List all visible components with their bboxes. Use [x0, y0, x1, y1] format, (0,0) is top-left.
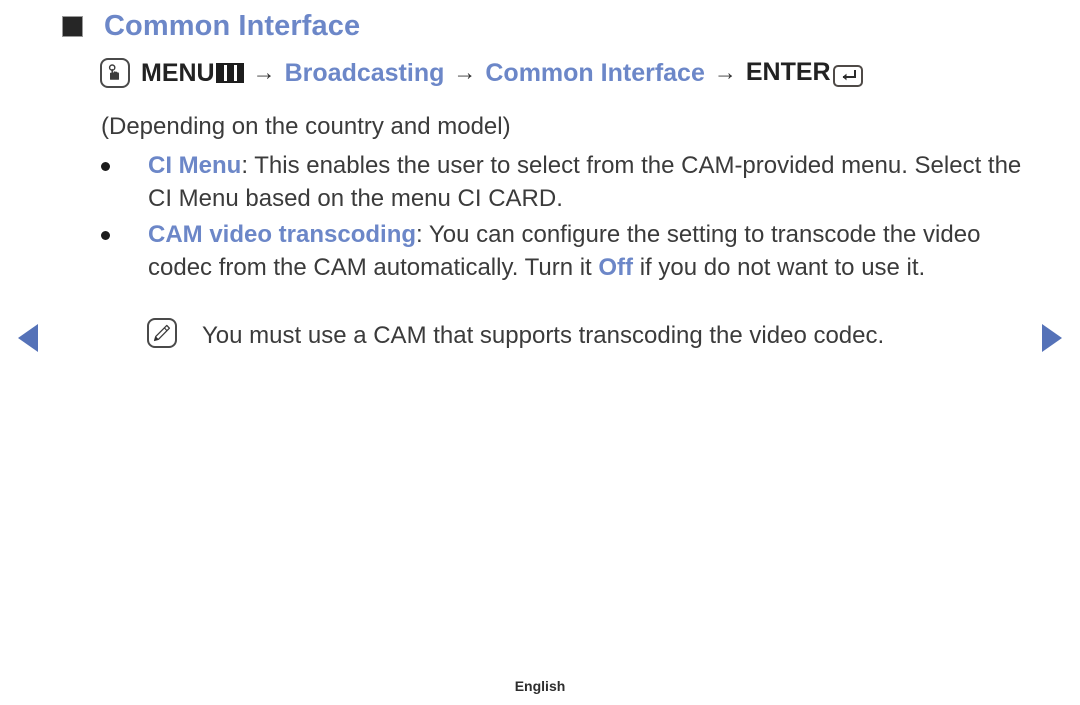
- availability-note: (Depending on the country and model): [101, 113, 511, 140]
- list-item: CI Menu: This enables the user to select…: [101, 150, 1031, 215]
- path-arrow-3: →: [713, 58, 737, 85]
- previous-page-arrow[interactable]: [18, 324, 38, 352]
- note-row: You must use a CAM that supports transco…: [147, 318, 884, 351]
- bullet-item-cam-transcoding: CAM video transcoding: You can configure…: [148, 219, 1028, 284]
- path-arrow-1: →: [252, 58, 276, 85]
- page-title-row: Common Interface: [62, 12, 360, 41]
- menu-path-breadcrumb: MENU → Broadcasting → Common Interface →…: [100, 58, 863, 88]
- bullet-dot-icon: [101, 162, 110, 171]
- bullet-tail-cam-transcoding: if you do not want to use it.: [633, 253, 926, 281]
- bullet-body-ci-menu: : This enables the user to select from t…: [148, 152, 1022, 212]
- list-item: CAM video transcoding: You can configure…: [101, 219, 1031, 284]
- menu-path-broadcasting: Broadcasting: [284, 58, 445, 87]
- bullet-list: CI Menu: This enables the user to select…: [101, 150, 1031, 289]
- section-marker-square: [62, 16, 83, 37]
- page-title: Common Interface: [104, 10, 361, 42]
- next-page-arrow[interactable]: [1042, 324, 1062, 352]
- note-text: You must use a CAM that supports transco…: [202, 322, 885, 349]
- bullet-highlight-ci-menu: CI Menu: [148, 152, 242, 179]
- bullet-item-ci-menu: CI Menu: This enables the user to select…: [148, 150, 1028, 215]
- hand-press-icon: [100, 58, 130, 88]
- menu-path-common-interface: Common Interface: [485, 58, 705, 87]
- bullet-highlight-off: Off: [598, 253, 634, 281]
- menu-path-enter: ENTER: [746, 59, 863, 87]
- bullet-dot-icon: [101, 231, 110, 241]
- menu-grid-icon: [215, 62, 244, 83]
- enter-key-icon: [832, 64, 863, 87]
- menu-path-menu: MENU: [141, 60, 244, 86]
- manual-page: Common Interface MENU → Broadcasting → C…: [0, 0, 1080, 705]
- path-arrow-2: →: [453, 58, 477, 85]
- bullet-highlight-cam-transcoding: CAM video transcoding: [148, 221, 417, 249]
- footer-language-label: English: [514, 678, 566, 694]
- note-pencil-icon: [147, 318, 177, 348]
